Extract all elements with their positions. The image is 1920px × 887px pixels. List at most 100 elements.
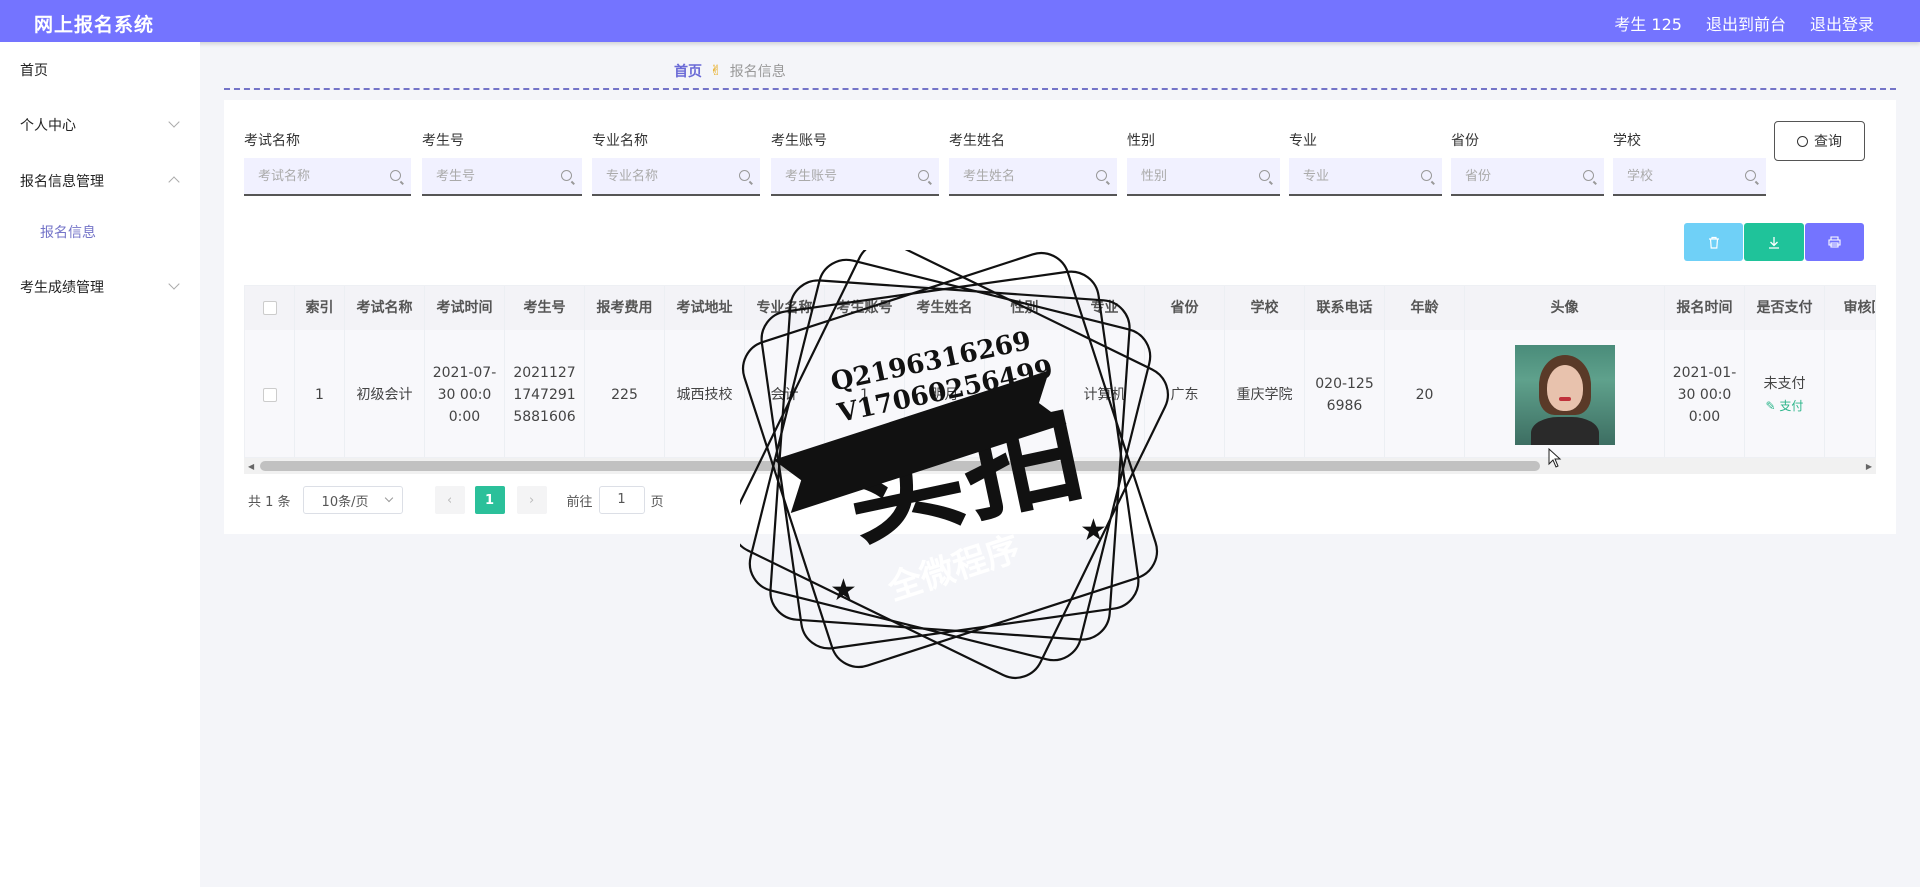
prev-page-button[interactable]: ‹ (434, 486, 465, 514)
table-header: 索引 考试名称 考试时间 考生号 报考费用 考试地址 专业名称 考生账号 考生姓… (245, 286, 1876, 330)
student-name-input[interactable] (949, 158, 1117, 194)
column-header[interactable]: 学校 (1225, 286, 1305, 330)
major-input[interactable] (1289, 158, 1442, 194)
trash-icon (1708, 236, 1719, 249)
delete-button[interactable] (1684, 223, 1743, 261)
cell-avatar (1465, 330, 1665, 457)
column-header[interactable]: 考试时间 (425, 286, 505, 330)
paid-status: 未支付 (1763, 375, 1806, 392)
column-header[interactable]: 考试名称 (345, 286, 425, 330)
column-header[interactable]: 头像 (1465, 286, 1665, 330)
column-header[interactable]: 年龄 (1385, 286, 1465, 330)
filter-label: 考生姓名 (949, 133, 1005, 149)
sidebar-item-home[interactable]: 首页 (0, 50, 200, 90)
total-count: 共 1 条 (248, 494, 291, 510)
column-header[interactable]: 专业名称 (745, 286, 825, 330)
search-icon (390, 170, 401, 181)
column-header[interactable]: 审核回 (1825, 286, 1876, 330)
cell-major: 计算机 (1065, 330, 1145, 457)
column-header[interactable]: 考生账号 (825, 286, 905, 330)
mouse-cursor-icon (1548, 448, 1562, 468)
pagination: 共 1 条 10条/页 ‹ 1 › 前往 1 页 (248, 486, 664, 514)
filter-student-no: 考生号 (422, 130, 582, 196)
breadcrumb-home[interactable]: 首页 (674, 61, 702, 81)
sidebar-item-label: 个人中心 (20, 118, 76, 134)
filter-major: 专业 (1289, 130, 1442, 196)
column-header[interactable]: 报考费用 (585, 286, 665, 330)
column-header[interactable]: 省份 (1145, 286, 1225, 330)
student-no-input[interactable] (422, 158, 582, 194)
sidebar: 首页 个人中心 报名信息管理 报名信息 考生成绩管理 (0, 42, 200, 887)
column-header[interactable]: 联系电话 (1305, 286, 1385, 330)
sidebar-item-signup-info[interactable]: 报名信息 (0, 212, 200, 252)
cell-age: 20 (1385, 330, 1465, 457)
row-checkbox[interactable] (262, 387, 277, 402)
pay-link-label: 支付 (1779, 398, 1804, 413)
cell-exam-time: 2021-07-30 00:00:00 (425, 330, 505, 457)
filter-account: 考生账号 (771, 130, 939, 196)
print-button[interactable] (1805, 223, 1864, 261)
goto-page-input[interactable]: 1 (598, 486, 645, 514)
page-number-current[interactable]: 1 (474, 486, 505, 514)
account-input[interactable] (771, 158, 939, 194)
sidebar-item-score-management[interactable]: 考生成绩管理 (0, 267, 200, 307)
row-select-cell (245, 330, 295, 457)
sidebar-item-label: 报名信息管理 (20, 174, 104, 190)
app-title: 网上报名系统 (34, 14, 155, 36)
filter-major-name: 专业名称 (592, 130, 760, 196)
cell-address: 城西技校 (665, 330, 745, 457)
back-to-front-link[interactable]: 退出到前台 (1706, 11, 1786, 35)
scroll-right-arrow[interactable]: ▶ (1866, 462, 1872, 471)
filter-label: 学校 (1613, 133, 1641, 149)
column-header[interactable]: 性别 (985, 286, 1065, 330)
edit-icon: ✎ (1765, 398, 1780, 413)
sidebar-item-label: 报名信息 (40, 225, 96, 241)
top-bar: 网上报名系统 考生 125 退出到前台 退出登录 (0, 0, 1920, 42)
goto-suffix: 页 (650, 494, 664, 510)
column-header[interactable]: 考生号 (505, 286, 585, 330)
search-icon (918, 170, 929, 181)
filter-school: 学校 (1613, 130, 1766, 196)
major-name-input[interactable] (592, 158, 760, 194)
star-icon: ★ (830, 573, 857, 608)
chevron-up-icon (168, 176, 180, 188)
next-page-button[interactable]: › (516, 486, 547, 514)
query-button[interactable]: 查询 (1774, 121, 1865, 161)
cell-paid: 未支付 ✎ 支付 (1745, 330, 1825, 457)
school-input[interactable] (1613, 158, 1766, 194)
sidebar-item-label: 首页 (20, 63, 48, 79)
column-header[interactable]: 索引 (295, 286, 345, 330)
column-header[interactable]: 报名时间 (1665, 286, 1745, 330)
search-icon (1096, 170, 1107, 181)
search-icon (1259, 170, 1270, 181)
header-actions: 考生 125 退出到前台 退出登录 (1614, 11, 1874, 35)
column-header[interactable]: 是否支付 (1745, 286, 1825, 330)
search-icon (1745, 170, 1756, 181)
sidebar-item-signup-management[interactable]: 报名信息管理 (0, 161, 200, 201)
search-icon (1797, 135, 1808, 147)
filter-label: 专业名称 (592, 133, 648, 149)
page-size-select[interactable]: 10条/页 (302, 486, 403, 514)
cell-major-name: 会计 (745, 330, 825, 457)
horizontal-scrollbar[interactable]: ◀ ▶ (244, 458, 1876, 474)
pay-link[interactable]: ✎ 支付 (1766, 395, 1804, 417)
select-all-cell (245, 286, 295, 330)
logout-link[interactable]: 退出登录 (1810, 11, 1874, 35)
table-row[interactable]: 1 初级会计 2021-07-30 00:00:00 2021127174729… (245, 330, 1875, 457)
province-input[interactable] (1451, 158, 1604, 194)
scroll-left-arrow[interactable]: ◀ (248, 462, 254, 471)
gender-input[interactable] (1127, 158, 1280, 194)
hand-icon: ✌ (710, 63, 722, 79)
column-header[interactable]: 考试地址 (665, 286, 745, 330)
export-button[interactable] (1744, 223, 1804, 261)
select-all-checkbox[interactable] (262, 301, 277, 315)
filter-label: 性别 (1127, 133, 1155, 149)
avatar[interactable] (1514, 344, 1615, 445)
column-header[interactable]: 专业 (1065, 286, 1145, 330)
column-header[interactable]: 考生姓名 (905, 286, 985, 330)
scrollbar-thumb[interactable] (260, 461, 1540, 471)
exam-name-input[interactable] (244, 158, 411, 194)
download-icon (1769, 236, 1779, 249)
cell-account: 1 (825, 330, 905, 457)
sidebar-item-personal-center[interactable]: 个人中心 (0, 105, 200, 145)
